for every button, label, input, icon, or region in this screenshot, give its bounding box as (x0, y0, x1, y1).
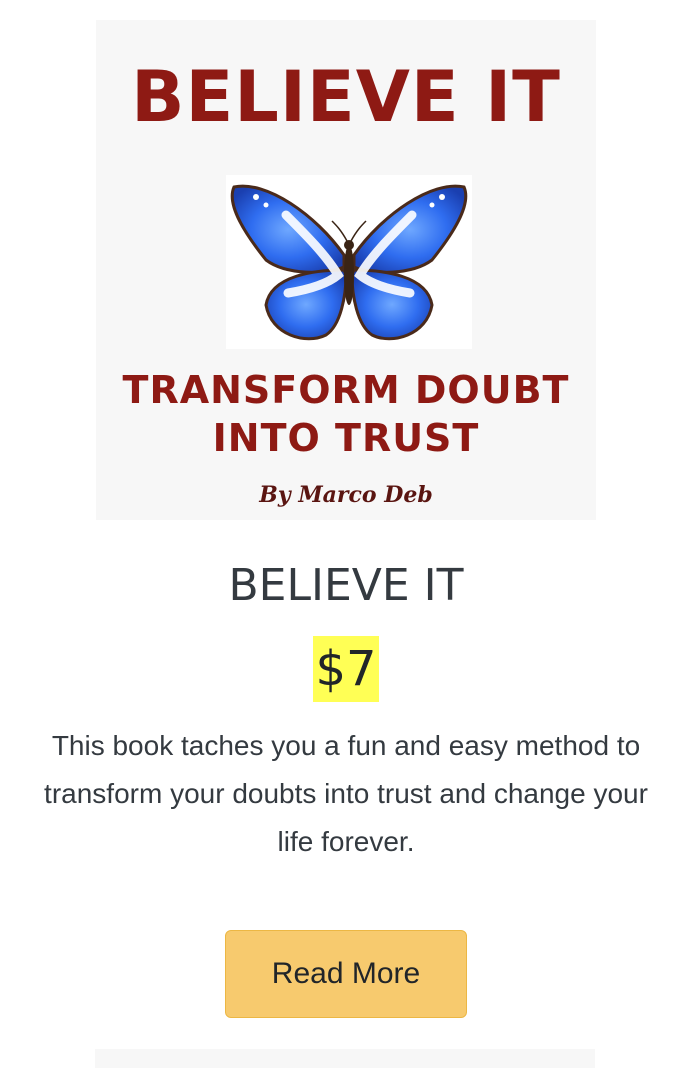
cover-subtitle: TRANSFORM DOUBT INTO TRUST (122, 368, 570, 460)
cover-heading: BELIEVE IT (131, 56, 561, 138)
cover-author: By Marco Deb (259, 482, 433, 508)
product-title[interactable]: BELIEVE IT (228, 560, 463, 612)
next-product-image[interactable] (95, 1049, 595, 1068)
book-cover-image[interactable]: BELIEVE IT TRANSFORM DOUBT INTO TRUST By… (96, 20, 596, 520)
product-description: This book taches you a fun and easy meth… (44, 730, 648, 857)
read-more-button[interactable]: Read More (225, 930, 467, 1018)
product-card: BELIEVE IT TRANSFORM DOUBT INTO TRUST By… (0, 0, 692, 1018)
butterfly-icon (226, 175, 472, 349)
product-price: $7 (313, 636, 379, 702)
